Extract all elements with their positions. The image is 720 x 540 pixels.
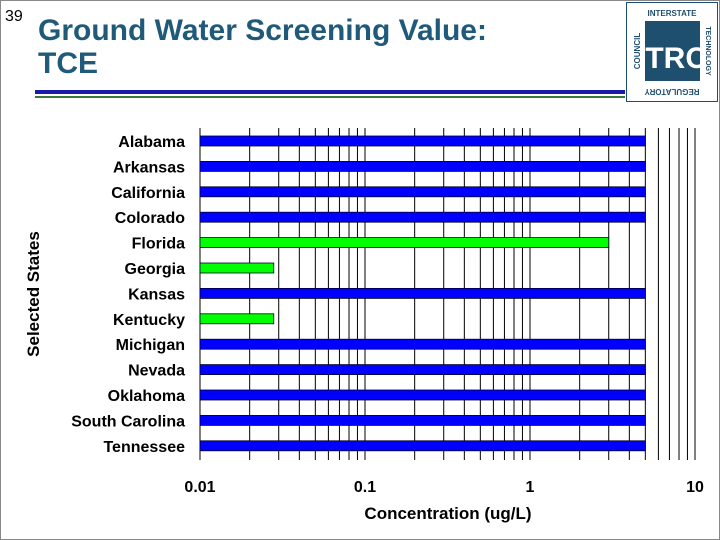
category-label: Kansas bbox=[128, 286, 185, 303]
category-label: South Carolina bbox=[71, 413, 185, 430]
bar-kentucky bbox=[199, 313, 275, 325]
bar-kansas bbox=[199, 287, 646, 299]
y-axis-label: Selected States bbox=[24, 231, 43, 357]
bar-south-carolina bbox=[199, 414, 646, 426]
category-label: Alabama bbox=[118, 134, 185, 151]
category-label: Florida bbox=[132, 236, 185, 253]
category-label: California bbox=[111, 185, 185, 202]
bar-nevada bbox=[199, 364, 646, 376]
category-label: Colorado bbox=[115, 210, 185, 227]
x-axis-label: Concentration (ug/L) bbox=[364, 504, 531, 523]
category-label: Arkansas bbox=[113, 159, 185, 176]
category-label: Georgia bbox=[125, 261, 186, 278]
x-tick-label: 0.1 bbox=[354, 479, 376, 496]
bar-michigan bbox=[199, 338, 646, 350]
category-label: Oklahoma bbox=[108, 388, 185, 405]
bar-arkansas bbox=[199, 160, 646, 172]
x-tick-label: 1 bbox=[526, 479, 535, 496]
category-label: Kentucky bbox=[113, 312, 185, 329]
x-tick-label: 10 bbox=[686, 479, 704, 496]
bar-alabama bbox=[199, 135, 646, 147]
category-label: Nevada bbox=[128, 363, 185, 380]
bar-california bbox=[199, 186, 646, 198]
category-label: Tennessee bbox=[103, 439, 185, 456]
bar-colorado bbox=[199, 211, 646, 223]
bar-tennessee bbox=[199, 440, 646, 452]
bar-oklahoma bbox=[199, 389, 646, 401]
bar-georgia bbox=[199, 262, 275, 274]
category-label: Michigan bbox=[116, 337, 185, 354]
bar-florida bbox=[199, 237, 610, 249]
x-tick-label: 0.01 bbox=[184, 479, 215, 496]
bar-chart: Alabama Arkansas California Colorado Florida… bbox=[24, 128, 704, 523]
